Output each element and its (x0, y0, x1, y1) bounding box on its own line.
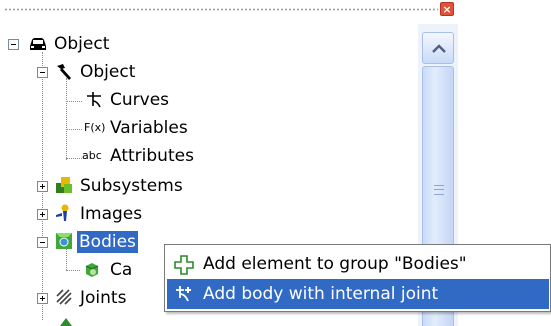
tree-item-label: Curves (110, 90, 170, 110)
tree-item-object-root[interactable]: Object (0, 30, 418, 58)
expand-toggle[interactable] (37, 209, 48, 220)
tree-item-label: Images (80, 204, 143, 224)
tree-item-label: Subsystems (80, 176, 183, 196)
tree-item-attributes[interactable]: abc Attributes (0, 142, 418, 170)
scroll-up-button[interactable] (422, 32, 454, 64)
add-element-icon (174, 255, 194, 275)
menu-item-add-body-joint[interactable]: Add body with internal joint (167, 279, 549, 309)
tree-item-label: Bodies (77, 231, 138, 253)
grip-lines-icon (434, 185, 444, 195)
joints-icon (56, 289, 72, 305)
subsystems-icon (56, 177, 72, 193)
tree-item-object[interactable]: Object (0, 58, 418, 86)
tree-item-variables[interactable]: F(x) Variables (0, 114, 418, 142)
collapse-toggle[interactable] (37, 67, 48, 78)
tree-item-images[interactable]: Images (0, 200, 418, 228)
menu-item-add-element[interactable]: Add element to group "Bodies" (167, 249, 549, 279)
close-button[interactable]: × (440, 2, 454, 16)
collapse-toggle[interactable] (8, 39, 19, 50)
images-icon (56, 204, 69, 221)
tree-item-label: Variables (110, 118, 188, 138)
tree-item-label: Joints (80, 288, 127, 308)
expand-toggle[interactable] (37, 293, 48, 304)
tree-item-subsystems[interactable]: Subsystems (0, 172, 418, 200)
chevron-up-icon (432, 44, 446, 53)
add-body-joint-icon (176, 286, 191, 302)
hammer-icon (57, 64, 71, 80)
drag-grip[interactable] (4, 8, 438, 11)
abc-icon: abc (82, 149, 102, 162)
body-icon (85, 263, 99, 277)
tree-item-label: Ca (110, 260, 133, 280)
expand-toggle[interactable] (37, 181, 48, 192)
curves-icon (87, 92, 101, 108)
collapse-toggle[interactable] (37, 237, 48, 248)
panel-titlebar[interactable]: × (0, 0, 458, 20)
tree-item-label: Object (80, 62, 136, 82)
tree-item-curves[interactable]: Curves (0, 86, 418, 114)
menu-item-label: Add body with internal joint (203, 284, 439, 304)
tree-item-label: Object (54, 34, 110, 54)
tree-item-label: Attributes (110, 146, 194, 166)
menu-item-label: Add element to group "Bodies" (203, 254, 467, 274)
bodies-icon (56, 233, 72, 249)
context-menu: Add element to group "Bodies" Add body w… (164, 244, 551, 312)
function-icon: F(x) (84, 121, 106, 134)
car-icon (30, 38, 46, 50)
next-item-icon (60, 318, 72, 326)
